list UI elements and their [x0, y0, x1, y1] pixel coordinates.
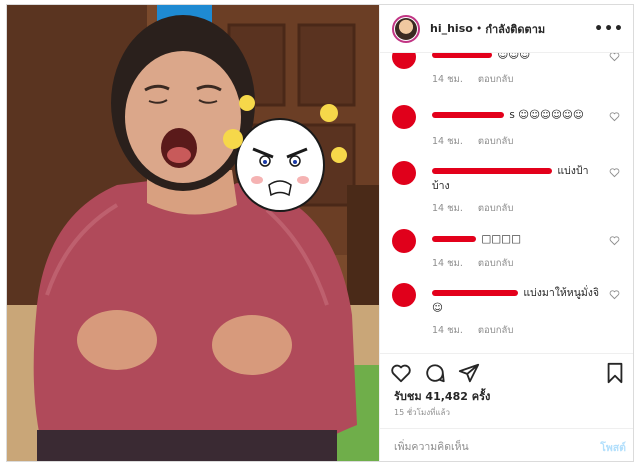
comment-form: โพสต์ [380, 428, 633, 461]
instagram-post-modal: hi_hiso • กำลังติดตาม ••• ☺☺☺ 14 ชม. ตอบ… [6, 4, 634, 462]
comment-time: 14 ชม. [432, 258, 463, 269]
post-timestamp[interactable]: 15 ชั่วโมงที่แล้ว [394, 406, 450, 419]
commenter-avatar[interactable] [392, 229, 416, 253]
redacted-username[interactable] [432, 290, 518, 296]
post-comment-button[interactable]: โพสต์ [600, 439, 626, 456]
comment-text: ☺☺☺ [432, 53, 602, 63]
author-avatar[interactable] [392, 14, 420, 43]
comment-body: s ☺☺☺☺☺☺ [509, 109, 584, 121]
comment-meta: 14 ชม. ตอบกลับ [432, 256, 525, 271]
post-photo-illustration [7, 5, 379, 461]
comment-body: □□□□ [481, 233, 522, 245]
commenter-avatar[interactable] [392, 53, 416, 69]
comment-meta: 14 ชม. ตอบกลับ [432, 134, 525, 149]
comment-list[interactable]: ☺☺☺ 14 ชม. ตอบกลับ s ☺☺☺☺☺☺ 14 ชม. ตอบกล… [380, 53, 633, 353]
post-side-panel: hi_hiso • กำลังติดตาม ••• ☺☺☺ 14 ชม. ตอบ… [379, 5, 633, 461]
commenter-avatar[interactable] [392, 105, 416, 129]
post-header: hi_hiso • กำลังติดตาม ••• [380, 5, 633, 53]
author-info: hi_hiso • กำลังติดตาม [430, 20, 545, 38]
header-separator: • [475, 22, 483, 35]
heart-icon[interactable] [609, 235, 620, 246]
follow-status-button[interactable]: กำลังติดตาม [485, 20, 545, 38]
reply-button[interactable]: ตอบกลับ [478, 136, 514, 147]
comment-text: □□□□ [432, 232, 602, 247]
action-bar [390, 362, 626, 386]
comment-input[interactable] [394, 438, 574, 456]
comment-time: 14 ชม. [432, 74, 463, 85]
commenter-avatar[interactable] [392, 283, 416, 307]
reply-button[interactable]: ตอบกลับ [478, 325, 514, 336]
comment-time: 14 ชม. [432, 136, 463, 147]
author-username[interactable]: hi_hiso [430, 22, 473, 35]
comment-time: 14 ชม. [432, 203, 463, 214]
view-count[interactable]: รับชม 41,482 ครั้ง [394, 387, 490, 405]
comment-meta: 14 ชม. ตอบกลับ [432, 323, 525, 338]
paper-plane-icon[interactable] [458, 362, 480, 384]
reply-button[interactable]: ตอบกลับ [478, 203, 514, 214]
heart-icon[interactable] [609, 111, 620, 122]
heart-icon[interactable] [609, 167, 620, 178]
comment-text: แบ่งป้าบ้าง [432, 164, 602, 194]
heart-icon[interactable] [390, 362, 412, 384]
redacted-username[interactable] [432, 53, 492, 58]
redacted-username[interactable] [432, 236, 476, 242]
reply-button[interactable]: ตอบกลับ [478, 258, 514, 269]
more-horizontal-icon[interactable]: ••• [594, 21, 624, 37]
post-actions: รับชม 41,482 ครั้ง 15 ชั่วโมงที่แล้ว โพส… [380, 353, 633, 461]
comment-bubble-icon[interactable] [424, 362, 446, 384]
comment-meta: 14 ชม. ตอบกลับ [432, 201, 525, 216]
bookmark-icon[interactable] [604, 362, 626, 384]
post-photo[interactable] [7, 5, 379, 461]
redacted-username[interactable] [432, 168, 552, 174]
reply-button[interactable]: ตอบกลับ [478, 74, 514, 85]
comment-body: ☺☺☺ [497, 53, 531, 61]
comment-time: 14 ชม. [432, 325, 463, 336]
commenter-avatar[interactable] [392, 161, 416, 185]
redacted-username[interactable] [432, 112, 504, 118]
comment-meta: 14 ชม. ตอบกลับ [432, 72, 525, 87]
comment-text: s ☺☺☺☺☺☺ [432, 108, 602, 123]
heart-icon[interactable] [609, 53, 620, 62]
heart-icon[interactable] [609, 289, 620, 300]
comment-text: แบ่งมาให้หนูมั่งจิ☺ [432, 286, 602, 316]
